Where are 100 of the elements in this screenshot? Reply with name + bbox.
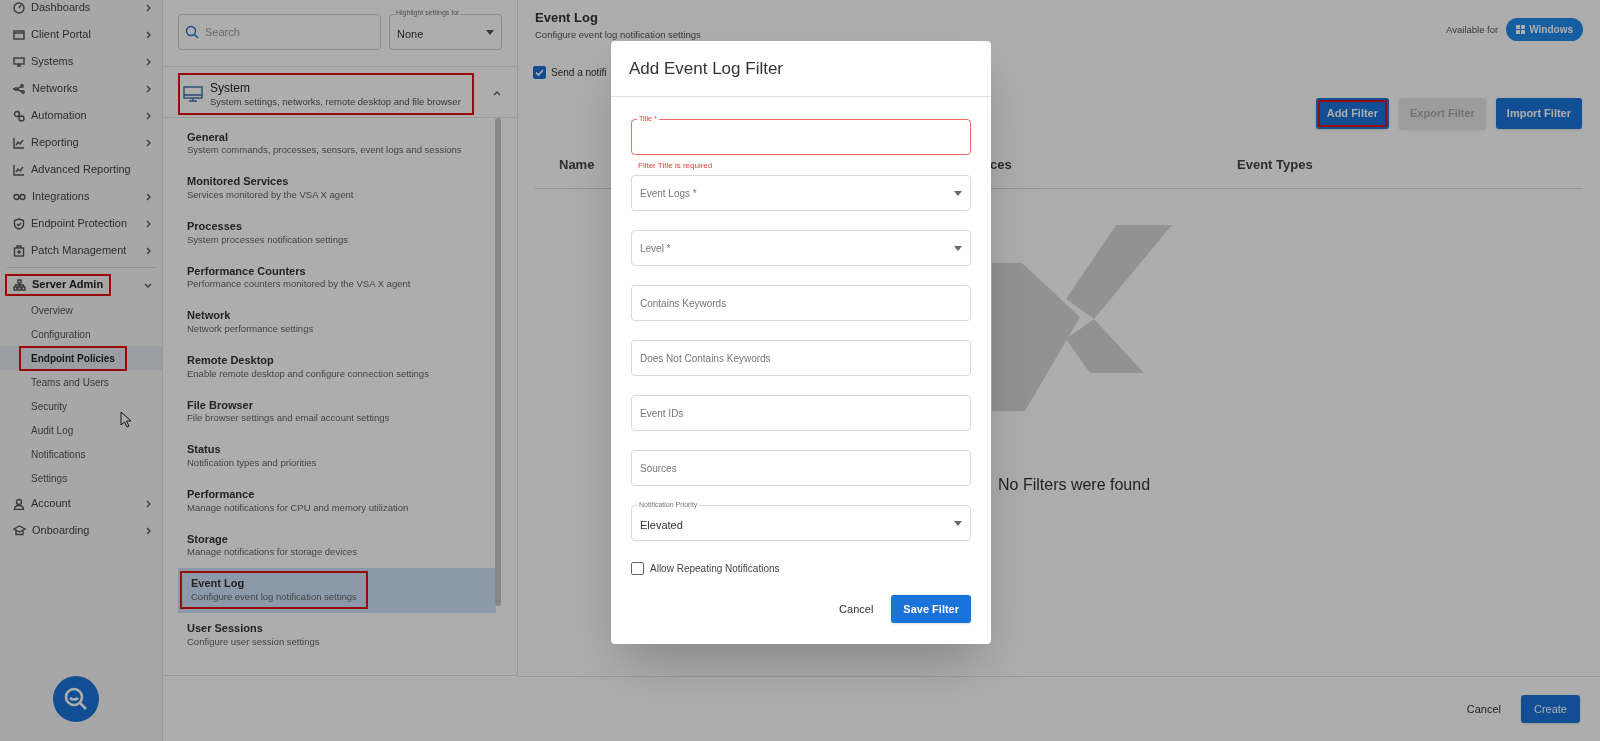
column-header: Name [559,156,595,175]
graduation-cap-icon [13,524,26,537]
settings-item[interactable]: Processes System processes notification settings [178,210,496,256]
item-title: Status [187,443,222,458]
nav-label: Networks [32,81,78,97]
nav-item[interactable]: Patch Management [0,237,162,264]
page-subtitle: Configure event log notification settings [535,29,701,42]
windows-icon [1516,25,1526,35]
select-field[interactable]: Level * [631,230,971,266]
nav-subitem[interactable]: Configuration [0,322,162,346]
search-icon [63,686,89,712]
input-field[interactable]: Does Not Contains Keywords [631,340,971,376]
select-placeholder: Level * [640,241,671,256]
settings-item[interactable]: Remote Desktop Enable remote desktop and configure connection settings [178,344,496,390]
nav-item[interactable]: Networks [0,75,162,102]
input-field[interactable]: Sources [631,450,971,486]
nav-item[interactable]: Integrations [0,183,162,210]
network-icon [13,82,26,95]
settings-item[interactable]: Monitored Services Services monitored by the VSA X agent [178,165,496,211]
empty-message: No Filters were found [998,475,1151,495]
line-chart-icon [13,163,25,176]
toolbar-button[interactable]: Import Filter [1495,98,1582,130]
page-title: Event Log [535,10,599,27]
shield-icon [13,217,25,230]
scrollbar[interactable] [495,118,501,606]
settings-group-header[interactable]: System System settings, networks, remote desktop and file browser [178,73,474,115]
settings-item[interactable]: Storage Manage notifications for storage devices [178,523,496,568]
item-title: Processes [187,219,244,234]
dropdown-caret-icon [954,190,962,196]
dialog-title: Add Event Log Filter [629,57,784,80]
input-field[interactable]: Event IDs [631,395,971,431]
line-chart-icon [13,136,25,149]
window-icon [13,28,25,41]
dropdown-caret-icon [954,245,962,251]
item-description: Enable remote desktop and configure connection settings [187,367,429,380]
group-title: System [210,80,251,96]
settings-item[interactable]: General System commands, processes, sensors, event logs and sessions [178,121,496,166]
dropdown-caret-icon [486,29,494,35]
cursor-icon [120,411,132,428]
nav-item[interactable]: Dashboards [0,0,162,21]
item-description: Performance counters monitored by the VSA X agent [187,278,411,291]
settings-item[interactable]: File Browser File browser settings and email account settings [178,389,496,434]
item-title: Performance Counters [187,264,307,279]
nav-label: Client Portal [31,27,91,43]
item-description: Services monitored by the VSA X agent [187,188,354,201]
settings-item[interactable]: Network Network performance settings [178,299,496,345]
nav-item[interactable]: Onboarding [0,517,162,544]
nav-label: Dashboards [31,0,91,16]
item-description: File browser settings and email account settings [187,412,390,425]
toolbar-button[interactable]: Add Filter [1315,98,1390,130]
nav-item[interactable]: Client Portal [0,21,162,48]
nav-label: Reporting [31,135,79,151]
input-field[interactable]: Contains Keywords [631,285,971,321]
gauge-icon [13,1,25,14]
help-search-button[interactable] [53,676,99,722]
checkbox[interactable] [631,562,644,575]
cancel-button[interactable]: Cancel [1466,700,1501,718]
item-title: Monitored Services [187,175,290,189]
select-field[interactable]: Event Logs * [631,175,971,211]
nav-label: Advanced Reporting [31,162,131,178]
cancel-button[interactable]: Cancel [839,600,874,618]
select-placeholder: Event Logs * [640,186,697,201]
search-field[interactable]: Search [178,14,381,50]
nav-item[interactable]: Automation [0,102,162,129]
nav-subitem[interactable]: Endpoint Policies [0,346,162,370]
user-icon [13,497,25,510]
nav-item[interactable]: Advanced Reporting [0,156,162,183]
settings-item[interactable]: Performance Manage notifications for CPU and memory utilization [178,478,496,524]
checkbox[interactable] [533,66,546,80]
nav-subitem[interactable]: Notifications [0,442,162,466]
item-description: Configure user session settings [187,635,320,648]
item-title: General [187,130,229,145]
item-title: Remote Desktop [187,353,275,368]
nav-item[interactable]: Account [0,490,162,517]
column-header: ces [990,156,1012,175]
gears-icon [13,109,25,122]
column-header: Event Types [1237,156,1313,175]
checkbox-label: Send a notifi [551,66,607,81]
settings-item[interactable]: User Sessions Configure user session settings [178,612,496,658]
nav-item[interactable]: Endpoint Protection [0,210,162,237]
settings-item[interactable]: Event Log Configure event log notification settings [178,567,496,613]
platform-badge: Windows [1506,18,1583,42]
nav-label: Automation [31,108,87,124]
item-description: System processes notification settings [187,233,349,246]
settings-item[interactable]: Status Notification types and priorities [178,433,496,479]
nav-item[interactable]: Server Admin [0,271,162,298]
available-label: Available for [1446,22,1499,37]
item-description: Manage notifications for storage devices [187,546,358,559]
nav-item[interactable]: Reporting [0,129,162,156]
settings-item[interactable]: Performance Counters Performance counters monitored by the VSA X agent [178,255,496,300]
item-description: System commands, processes, sensors, event logs and sessions [187,144,462,157]
box-icon [13,244,25,257]
nav-subitem[interactable]: Overview [0,298,162,322]
nav-label: Onboarding [32,523,90,539]
nav-subitem[interactable]: Settings [0,466,162,490]
create-button[interactable]: Create [1520,695,1580,723]
item-title: User Sessions [187,622,264,636]
nav-item[interactable]: Systems [0,48,162,75]
dropdown-caret-icon [954,520,962,526]
save-button[interactable]: Save Filter [891,595,971,623]
